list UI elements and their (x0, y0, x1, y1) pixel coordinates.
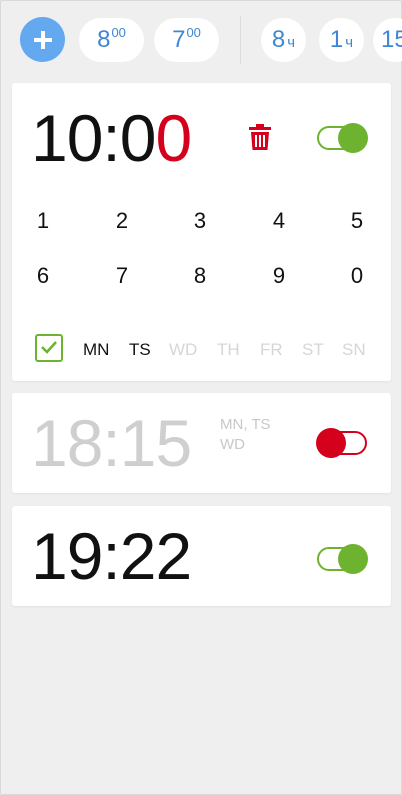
alarm-time[interactable]: 18:15 (31, 410, 192, 476)
preset-minute: 00 (186, 24, 201, 40)
preset-hour: 7 (172, 26, 186, 53)
alarm-card[interactable]: 19:22 (12, 506, 391, 606)
preset-minute: 00 (111, 24, 126, 40)
plus-icon (33, 30, 52, 49)
quickbar-divider (240, 16, 241, 64)
day-toggle-st[interactable]: ST (302, 340, 324, 360)
alarm-toggle[interactable] (316, 428, 367, 458)
keypad-key-9[interactable]: 9 (264, 263, 294, 289)
keypad-key-0[interactable]: 0 (342, 263, 372, 289)
keypad-key-1[interactable]: 1 (28, 208, 58, 234)
keypad-key-8[interactable]: 8 (185, 263, 215, 289)
alarm-time-prefix: 10:0 (31, 101, 156, 175)
toggle-knob (316, 428, 346, 458)
trash-icon (249, 124, 271, 150)
toggle-knob (338, 123, 368, 153)
days-summary-line: WD (220, 436, 245, 453)
duration-button-1h[interactable]: 1ч (319, 18, 364, 62)
duration-value: 1 (329, 26, 344, 53)
duration-unit: ч (287, 33, 296, 51)
alarm-toggle[interactable] (317, 123, 368, 153)
keypad-key-3[interactable]: 3 (185, 208, 215, 234)
duration-value: 15 (381, 26, 402, 53)
add-alarm-button[interactable] (20, 17, 65, 62)
preset-hour: 8 (97, 26, 111, 53)
keypad-key-5[interactable]: 5 (342, 208, 372, 234)
alarm-time[interactable]: 19:22 (31, 523, 192, 589)
repeat-checkbox[interactable] (35, 334, 63, 362)
delete-alarm-button[interactable] (248, 123, 272, 151)
alarm-toggle[interactable] (317, 544, 368, 574)
preset-button-7[interactable]: 7 00 (154, 18, 219, 62)
duration-unit: ч (345, 33, 354, 51)
quick-bar: 8 00 7 00 8ч 1ч 15 (0, 0, 402, 80)
alarm-days-summary: MN, TS WD (220, 415, 271, 455)
day-toggle-mn[interactable]: MN (83, 340, 109, 360)
alarm-time[interactable]: 10:00 (31, 105, 192, 171)
preset-button-8[interactable]: 8 00 (79, 18, 144, 62)
day-toggle-wd[interactable]: WD (169, 340, 197, 360)
keypad-key-4[interactable]: 4 (264, 208, 294, 234)
days-summary-line: MN, TS (220, 416, 271, 433)
day-toggle-ts[interactable]: TS (129, 340, 151, 360)
keypad-key-7[interactable]: 7 (107, 263, 137, 289)
keypad-key-2[interactable]: 2 (107, 208, 137, 234)
duration-button-8h[interactable]: 8ч (261, 18, 306, 62)
keypad-key-6[interactable]: 6 (28, 263, 58, 289)
alarm-card-expanded[interactable]: 10:00 1 2 3 4 5 6 7 8 9 0 MN TS WD TH FR… (12, 83, 391, 381)
day-toggle-sn[interactable]: SN (342, 340, 366, 360)
day-toggle-th[interactable]: TH (217, 340, 240, 360)
toggle-knob (338, 544, 368, 574)
day-toggle-fr[interactable]: FR (260, 340, 283, 360)
alarm-time-editing-digit: 0 (155, 101, 192, 175)
duration-value: 8 (271, 26, 286, 53)
alarm-card-disabled[interactable]: 18:15 MN, TS WD (12, 393, 391, 493)
duration-button-15[interactable]: 15 (373, 18, 402, 62)
check-icon (41, 341, 57, 354)
